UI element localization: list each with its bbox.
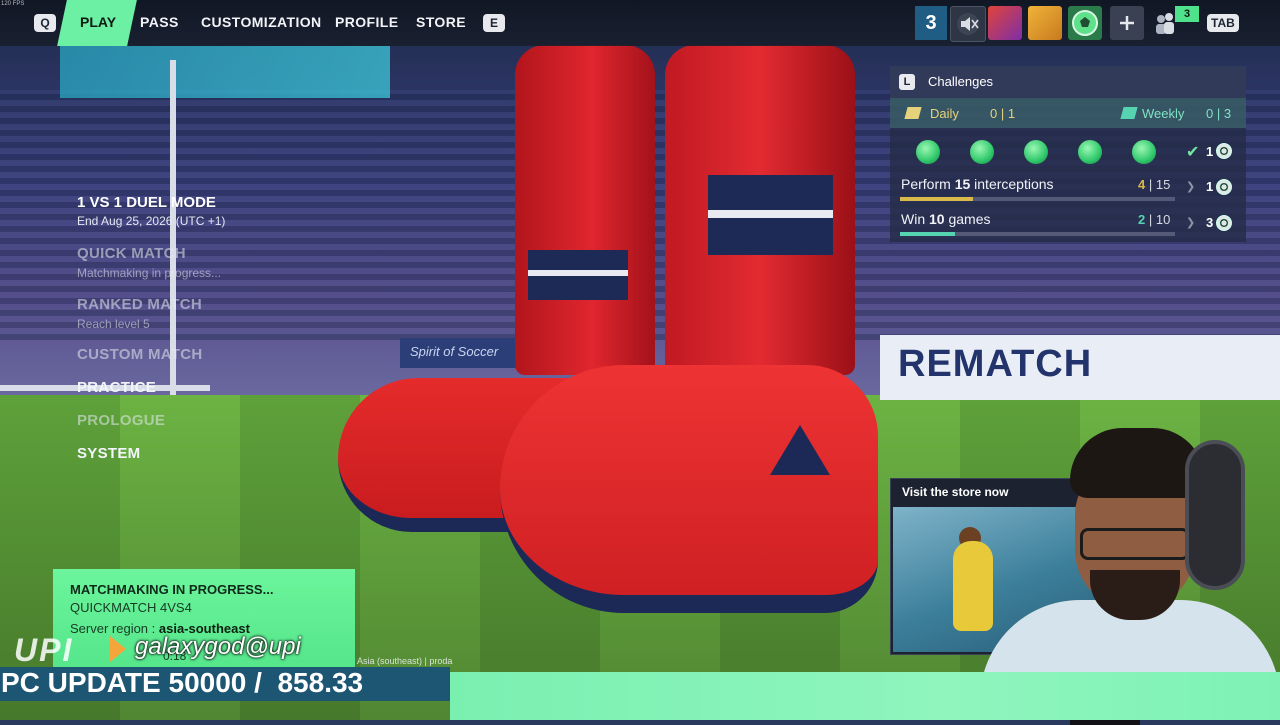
task1-reward-count: 1 bbox=[1206, 179, 1214, 194]
task2-post: games bbox=[944, 211, 991, 227]
task1-post: interceptions bbox=[970, 176, 1054, 192]
player-level-badge[interactable]: 3 bbox=[915, 6, 947, 40]
featured-mode-title[interactable]: 1 VS 1 DUEL MODE bbox=[77, 194, 216, 211]
ball-token-icon bbox=[1216, 143, 1232, 159]
next-tab-key[interactable]: E bbox=[483, 14, 505, 32]
task1-total: | 15 bbox=[1145, 177, 1171, 192]
rematch-billboard: REMATCH bbox=[880, 335, 1280, 400]
matchmaking-title: MATCHMAKING IN PROGRESS... bbox=[70, 582, 274, 597]
webcam-glasses bbox=[1080, 528, 1190, 560]
orb-icon bbox=[1024, 140, 1048, 164]
task2-num: 10 bbox=[929, 211, 945, 227]
boot-logo-icon bbox=[770, 425, 830, 475]
task1-progress-fill bbox=[900, 197, 974, 201]
orb-icon bbox=[1132, 140, 1156, 164]
orb-icon bbox=[970, 140, 994, 164]
task1-progress-text: 4 | 15 bbox=[1138, 177, 1170, 192]
challenge-tabs: Daily 0 | 1 Weekly 0 | 3 bbox=[890, 98, 1246, 128]
update-goal-text: PC UPDATE 50000 / 858.33 bbox=[1, 667, 364, 698]
nav-pass[interactable]: PASS bbox=[140, 14, 179, 30]
featured-mode-end-date: End Aug 25, 2026 (UTC +1) bbox=[77, 214, 226, 228]
headset-icon bbox=[1185, 440, 1245, 590]
fps-counter: 120 FPS bbox=[1, 1, 25, 7]
challenges-title: Challenges bbox=[928, 74, 994, 89]
task1-progress-bar bbox=[900, 197, 1175, 201]
daily-count: 0 | 1 bbox=[990, 106, 1016, 121]
arrow-icon: ❯ bbox=[1186, 181, 1196, 193]
party-avatar-2[interactable] bbox=[1028, 6, 1062, 40]
right-sock-band bbox=[708, 175, 833, 255]
daily-ticket-icon bbox=[904, 107, 922, 119]
daily-tab[interactable]: Daily bbox=[930, 106, 959, 121]
custom-match-item[interactable]: CUSTOM MATCH bbox=[77, 346, 203, 363]
task1-num: 15 bbox=[954, 176, 971, 192]
check-icon: ✔ bbox=[1186, 144, 1200, 161]
prologue-item[interactable]: PROLOGUE bbox=[77, 412, 165, 429]
nav-store[interactable]: STORE bbox=[416, 14, 466, 30]
player-left-leg bbox=[515, 45, 655, 375]
upi-arrow-icon bbox=[110, 636, 126, 662]
arrow-icon: ❯ bbox=[1186, 217, 1196, 229]
soccer-ball-avatar-icon[interactable] bbox=[1068, 6, 1102, 40]
friends-online-count: 3 bbox=[1175, 6, 1199, 22]
task-win-games: Win 10 games bbox=[901, 211, 991, 227]
task2-total: | 10 bbox=[1145, 212, 1171, 227]
orb-icon bbox=[916, 140, 940, 164]
matchmaking-mode: QUICKMATCH 4VS4 bbox=[70, 600, 192, 615]
top-navigation-bar: 120 FPS Q PLAY PASS CUSTOMIZATION PROFIL… bbox=[0, 0, 1280, 46]
task2-progress-fill bbox=[900, 232, 955, 236]
nav-profile[interactable]: PROFILE bbox=[335, 14, 398, 30]
upi-logo: UPI bbox=[14, 632, 74, 668]
voice-muted-icon[interactable] bbox=[950, 6, 986, 42]
ranked-match-item[interactable]: RANKED MATCH bbox=[77, 296, 202, 313]
challenges-header: L Challenges bbox=[890, 66, 1246, 98]
ball-token-icon bbox=[1216, 179, 1232, 195]
nav-play[interactable]: PLAY bbox=[80, 14, 116, 30]
upi-id: galaxygod@upi bbox=[135, 633, 301, 660]
right-boot bbox=[500, 365, 878, 613]
weekly-ticket-icon bbox=[1120, 107, 1138, 119]
task2-reward-count: 3 bbox=[1206, 215, 1214, 230]
quick-match-item[interactable]: QUICK MATCH bbox=[77, 245, 186, 262]
add-friend-icon[interactable] bbox=[1110, 6, 1144, 40]
challenges-panel: L Challenges Daily 0 | 1 Weekly 0 | 3 ✔ … bbox=[890, 66, 1246, 242]
system-item[interactable]: SYSTEM bbox=[77, 445, 140, 462]
task2-progress-text: 2 | 10 bbox=[1138, 212, 1170, 227]
orb-icon bbox=[1078, 140, 1102, 164]
challenges-key[interactable]: L bbox=[899, 74, 915, 90]
prev-tab-key[interactable]: Q bbox=[34, 14, 56, 32]
party-avatar-1[interactable] bbox=[988, 6, 1022, 40]
orb-reward-count: 1 bbox=[1206, 144, 1214, 159]
task1-pre: Perform bbox=[901, 176, 955, 192]
ranked-match-requirement: Reach level 5 bbox=[77, 317, 150, 331]
weekly-count: 0 | 3 bbox=[1206, 106, 1232, 121]
task2-progress-bar bbox=[900, 232, 1175, 236]
practice-item[interactable]: PRACTICE bbox=[77, 379, 156, 396]
quick-match-status: Matchmaking in progress... bbox=[77, 266, 222, 280]
region-build-note: Asia (southeast) | proda bbox=[357, 656, 453, 666]
tab-key[interactable]: TAB bbox=[1207, 14, 1239, 32]
task-interceptions: Perform 15 interceptions bbox=[901, 176, 1054, 192]
nav-customization[interactable]: CUSTOMIZATION bbox=[201, 14, 322, 30]
task2-pre: Win bbox=[901, 211, 929, 227]
weekly-tab[interactable]: Weekly bbox=[1142, 106, 1184, 121]
ball-token-icon bbox=[1216, 215, 1232, 231]
stadium-banner bbox=[60, 46, 390, 98]
left-sock-band bbox=[528, 250, 628, 300]
overlay-green-strip bbox=[450, 672, 1280, 720]
